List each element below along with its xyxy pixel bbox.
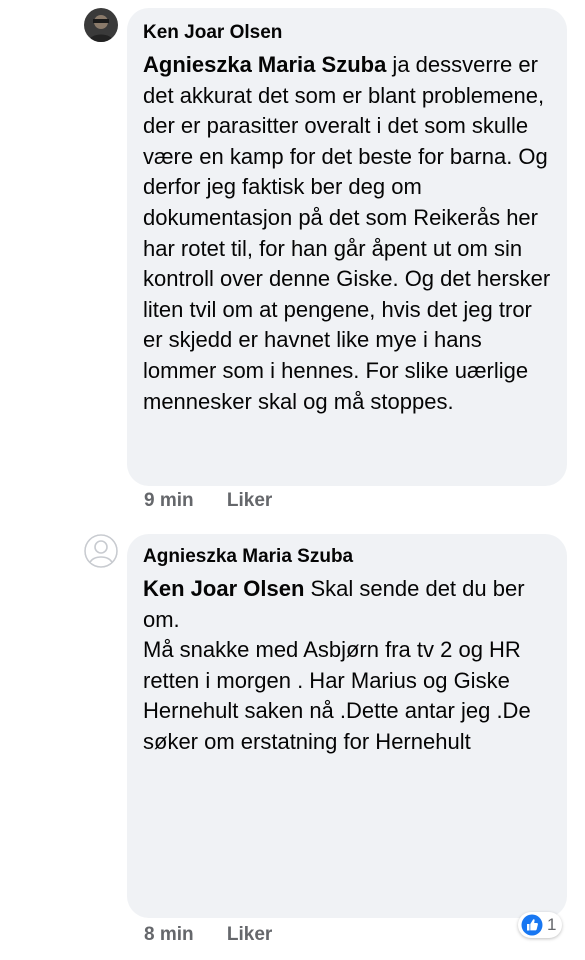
like-icon bbox=[521, 914, 543, 936]
comment-bubble: Agnieszka Maria Szuba Ken Joar Olsen Ska… bbox=[127, 534, 567, 918]
comment-author[interactable]: Ken Joar Olsen bbox=[143, 21, 553, 45]
comment-time[interactable]: 8 min bbox=[144, 924, 194, 946]
default-avatar-icon bbox=[84, 534, 118, 568]
comment-bubble: Ken Joar Olsen Agnieszka Maria Szuba ja … bbox=[127, 8, 567, 486]
avatar-ken-joar-olsen[interactable] bbox=[84, 8, 118, 42]
comment-time[interactable]: 9 min bbox=[144, 490, 194, 512]
like-button[interactable]: Liker bbox=[227, 924, 272, 946]
mention-link[interactable]: Agnieszka Maria Szuba bbox=[143, 52, 386, 77]
avatar-agnieszka-maria-szuba[interactable] bbox=[84, 534, 118, 568]
reaction-summary[interactable]: 1 bbox=[518, 912, 563, 938]
comment-author[interactable]: Agnieszka Maria Szuba bbox=[143, 545, 553, 569]
reaction-count: 1 bbox=[547, 915, 557, 934]
like-button[interactable]: Liker bbox=[227, 490, 272, 512]
mention-link[interactable]: Ken Joar Olsen bbox=[143, 576, 304, 601]
comment-body: ja dessverre er det akkurat det som er b… bbox=[143, 52, 551, 414]
comment-text: Agnieszka Maria Szuba ja dessverre er de… bbox=[143, 50, 553, 417]
comment-actions: 9 min Liker bbox=[144, 490, 272, 512]
comment-actions: 8 min Liker bbox=[144, 924, 272, 946]
comment-body: Skal sende det du ber om. Må snakke med … bbox=[143, 576, 531, 754]
comment-text: Ken Joar Olsen Skal sende det du ber om.… bbox=[143, 574, 553, 758]
profile-photo-icon bbox=[84, 8, 118, 42]
